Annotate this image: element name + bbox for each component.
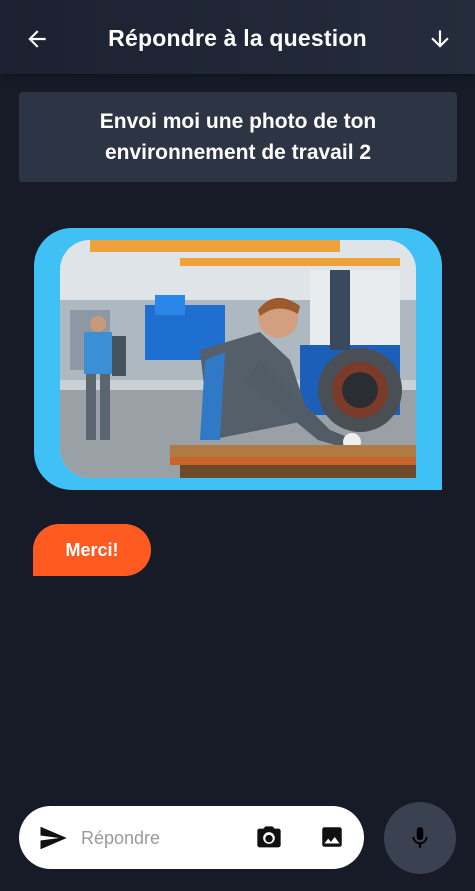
back-button[interactable]: [20, 22, 54, 56]
send-icon[interactable]: [37, 823, 69, 853]
workplace-photo-image: [60, 240, 416, 478]
reply-input[interactable]: [81, 822, 241, 854]
message-composer: [19, 806, 364, 869]
arrow-down-icon: [431, 30, 449, 48]
top-app-bar: Répondre à la question: [0, 0, 475, 74]
microphone-icon: [412, 827, 428, 848]
question-card: Envoi moi une photo de ton environnement…: [19, 92, 457, 182]
microphone-button[interactable]: [384, 802, 456, 874]
image-icon[interactable]: [319, 824, 345, 850]
scroll-down-button[interactable]: [423, 22, 457, 56]
camera-icon[interactable]: [255, 824, 283, 852]
question-text: Envoi moi une photo de ton environnement…: [99, 110, 377, 164]
page-title: Répondre à la question: [108, 25, 367, 51]
photo-message-bubble[interactable]: [34, 228, 442, 490]
merci-reply-chip[interactable]: Merci!: [33, 524, 151, 576]
arrow-left-icon: [28, 30, 46, 48]
workplace-photo[interactable]: [60, 240, 416, 478]
